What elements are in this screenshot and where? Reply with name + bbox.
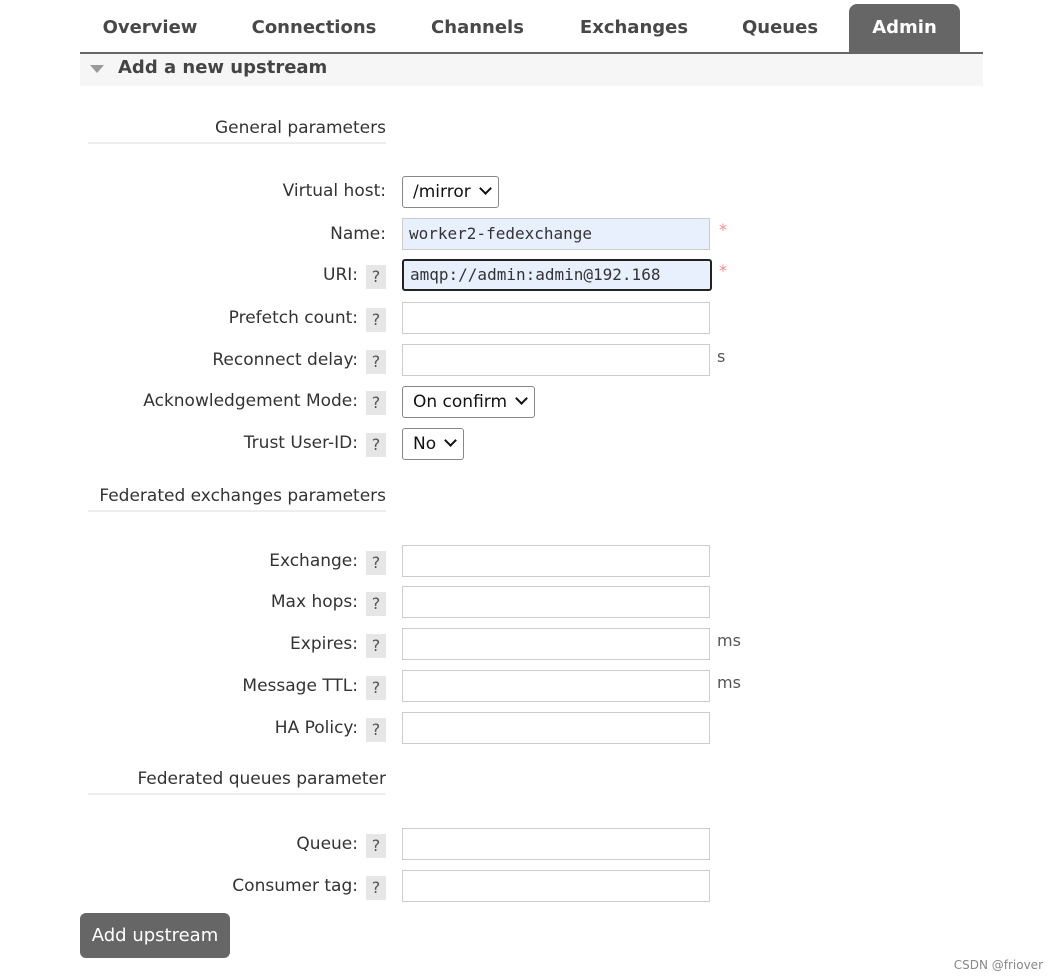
max-hops-help-icon[interactable]: ? xyxy=(366,592,386,616)
message-ttl-help-icon[interactable]: ? xyxy=(366,676,386,700)
uri-required-icon: * xyxy=(719,261,727,280)
add-upstream-button[interactable]: Add upstream xyxy=(80,913,230,958)
reconnect-delay-label: Reconnect delay: xyxy=(212,350,358,370)
exchange-label: Exchange: xyxy=(269,551,358,571)
expires-label: Expires: xyxy=(290,634,358,654)
exchange-input[interactable] xyxy=(402,545,710,577)
watermark: CSDN @friover xyxy=(953,958,1043,972)
tab-exchanges[interactable]: Exchanges xyxy=(568,4,700,52)
consumer-tag-input[interactable] xyxy=(402,870,710,902)
reconnect-delay-input[interactable] xyxy=(402,344,710,376)
prefetch-count-input[interactable] xyxy=(402,302,710,334)
federated-queues-heading: Federated queues parameter xyxy=(88,769,386,795)
message-ttl-input[interactable] xyxy=(402,670,710,702)
expires-help-icon[interactable]: ? xyxy=(366,634,386,658)
acknowledgement-mode-selected-value: On confirm xyxy=(413,392,508,412)
reconnect-delay-help-icon[interactable]: ? xyxy=(366,350,386,374)
virtual-host-label: Virtual host: xyxy=(282,181,386,201)
chevron-down-icon xyxy=(515,392,528,405)
trust-user-id-help-icon[interactable]: ? xyxy=(366,433,386,457)
trust-user-id-select[interactable]: No xyxy=(402,428,465,460)
ha-policy-input[interactable] xyxy=(402,712,710,744)
tab-connections[interactable]: Connections xyxy=(240,4,388,52)
name-input[interactable]: worker2-fedexchange xyxy=(402,218,710,250)
tab-queues[interactable]: Queues xyxy=(730,4,830,52)
trust-user-id-label: Trust User-ID: xyxy=(243,433,358,453)
name-label: Name: xyxy=(330,224,386,244)
chevron-down-icon xyxy=(478,182,492,195)
section-title: Add a new upstream xyxy=(118,57,328,78)
message-ttl-label: Message TTL: xyxy=(242,676,358,696)
federated-exchanges-heading: Federated exchanges parameters xyxy=(88,486,386,512)
consumer-tag-help-icon[interactable]: ? xyxy=(366,876,386,900)
ha-policy-label: HA Policy: xyxy=(274,718,358,738)
virtual-host-selected-value: /mirror xyxy=(413,182,471,202)
main-nav-tabs: Overview Connections Channels Exchanges … xyxy=(80,0,983,54)
max-hops-label: Max hops: xyxy=(270,592,358,612)
max-hops-input[interactable] xyxy=(402,586,710,618)
queue-help-icon[interactable]: ? xyxy=(366,834,386,858)
consumer-tag-label: Consumer tag: xyxy=(232,876,358,896)
general-parameters-heading: General parameters xyxy=(88,118,386,144)
chevron-down-icon xyxy=(444,434,457,447)
expires-input[interactable] xyxy=(402,628,710,660)
queue-label: Queue: xyxy=(296,834,358,854)
exchange-help-icon[interactable]: ? xyxy=(366,551,386,575)
uri-help-icon[interactable]: ? xyxy=(366,265,386,289)
virtual-host-select[interactable]: /mirror xyxy=(402,176,499,208)
prefetch-count-help-icon[interactable]: ? xyxy=(366,308,386,332)
queue-input[interactable] xyxy=(402,828,710,860)
prefetch-count-label: Prefetch count: xyxy=(228,308,358,328)
collapse-triangle-icon xyxy=(90,65,104,73)
acknowledgement-mode-label: Acknowledgement Mode: xyxy=(143,391,358,411)
name-required-icon: * xyxy=(719,220,727,239)
trust-user-id-selected-value: No xyxy=(413,434,437,454)
tab-admin[interactable]: Admin xyxy=(849,4,960,52)
ha-policy-help-icon[interactable]: ? xyxy=(366,718,386,742)
acknowledgement-mode-help-icon[interactable]: ? xyxy=(366,391,386,415)
expires-unit: ms xyxy=(717,631,741,650)
uri-label: URI: xyxy=(323,265,358,285)
reconnect-delay-unit: s xyxy=(717,347,726,366)
section-header-add-upstream[interactable]: Add a new upstream xyxy=(80,54,983,86)
tab-overview[interactable]: Overview xyxy=(80,4,220,52)
message-ttl-unit: ms xyxy=(717,673,741,692)
acknowledgement-mode-select[interactable]: On confirm xyxy=(402,386,536,418)
tab-channels[interactable]: Channels xyxy=(410,4,545,52)
uri-input[interactable]: amqp://admin:admin@192.168 xyxy=(402,259,712,291)
